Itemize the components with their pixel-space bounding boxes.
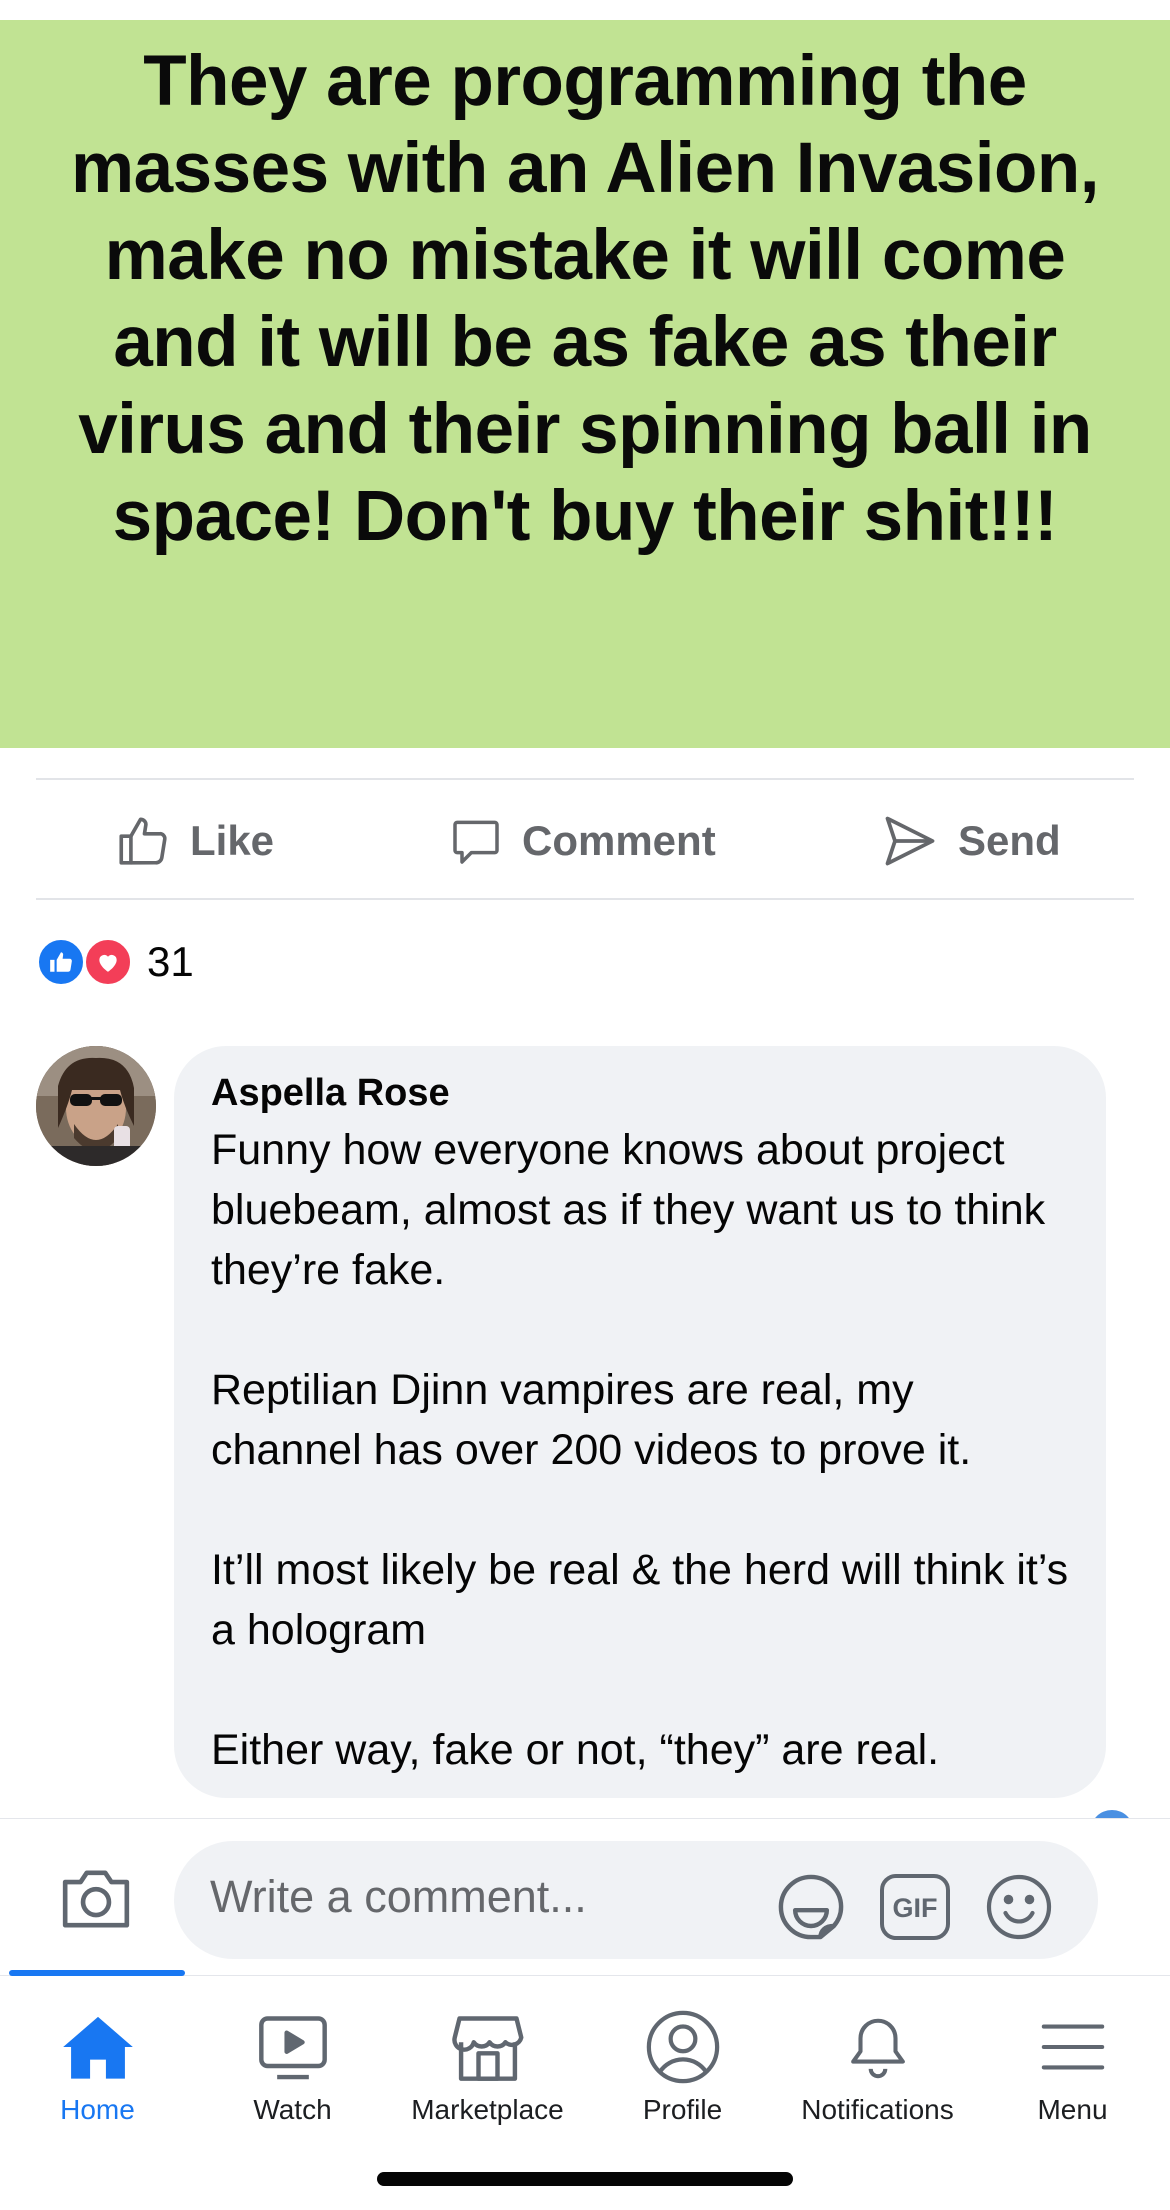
- nav-item-profile[interactable]: Profile: [585, 1976, 780, 2126]
- like-reaction-icon: [36, 937, 86, 987]
- love-reaction-icon: [83, 937, 133, 987]
- bell-icon: [843, 2008, 913, 2086]
- nav-label-notifications: Notifications: [801, 2094, 954, 2125]
- comment-button[interactable]: Comment: [448, 782, 716, 900]
- comment-composer: Write a comment... GIF: [0, 1818, 1170, 1975]
- nav-label-watch: Watch: [253, 2094, 332, 2125]
- comment-input[interactable]: Write a comment... GIF: [174, 1841, 1098, 1959]
- comment-author[interactable]: Aspella Rose: [211, 1070, 1070, 1116]
- emoji-icon[interactable]: [980, 1868, 1058, 1946]
- marketplace-icon: [450, 2008, 526, 2086]
- comment-paragraph: Funny how everyone knows about project b…: [211, 1126, 1046, 1294]
- comment-paragraph: Either way, fake or not, “they” are real…: [211, 1726, 940, 1774]
- post-text: They are programming the masses with an …: [71, 42, 1100, 556]
- post-action-bar: Like Comment Send: [36, 782, 1134, 900]
- commenter-avatar[interactable]: [36, 1046, 156, 1166]
- nav-item-marketplace[interactable]: Marketplace: [390, 1976, 585, 2126]
- thumbs-up-icon: [114, 812, 172, 870]
- divider-bottom: [36, 898, 1134, 900]
- nav-label-menu: Menu: [1037, 2094, 1108, 2125]
- comment-bubble[interactable]: Aspella Rose Funny how everyone knows ab…: [174, 1046, 1106, 1798]
- nav-item-watch[interactable]: Watch: [195, 1976, 390, 2126]
- nav-label-marketplace: Marketplace: [411, 2094, 564, 2125]
- gif-button[interactable]: GIF: [876, 1868, 954, 1946]
- post-banner: They are programming the masses with an …: [0, 20, 1170, 748]
- send-label: Send: [958, 817, 1061, 864]
- comment-paragraph: It’ll most likely be real & the herd wil…: [211, 1546, 1069, 1654]
- comment-placeholder: Write a comment...: [210, 1871, 587, 1922]
- reaction-count: 31: [147, 938, 194, 985]
- sticker-icon[interactable]: [772, 1868, 850, 1946]
- watch-icon: [255, 2008, 331, 2086]
- gif-label: GIF: [893, 1893, 938, 1923]
- nav-label-profile: Profile: [642, 2094, 723, 2125]
- nav-label-home: Home: [60, 2094, 135, 2125]
- send-button[interactable]: Send: [880, 782, 1061, 900]
- reaction-summary[interactable]: 31: [36, 937, 194, 987]
- like-label: Like: [190, 817, 275, 864]
- nav-item-notifications[interactable]: Notifications: [780, 1976, 975, 2126]
- camera-icon[interactable]: [56, 1859, 136, 1939]
- like-button[interactable]: Like: [114, 782, 274, 900]
- facebook-post-view: They are programming the masses with an …: [0, 0, 1170, 2210]
- comment-bubble-icon: [448, 813, 504, 869]
- menu-icon: [1038, 2008, 1108, 2086]
- nav-item-home[interactable]: Home: [0, 1976, 195, 2126]
- top-strip: [0, 0, 1170, 20]
- comment-label: Comment: [522, 817, 716, 864]
- comment-paragraph: Reptilian Djinn vampires are real, my ch…: [211, 1366, 972, 1474]
- nav-item-menu[interactable]: Menu: [975, 1976, 1170, 2126]
- home-indicator: [377, 2172, 793, 2186]
- divider-top: [36, 778, 1134, 780]
- home-icon: [60, 2008, 136, 2086]
- send-icon: [880, 811, 940, 871]
- profile-icon: [644, 2008, 722, 2086]
